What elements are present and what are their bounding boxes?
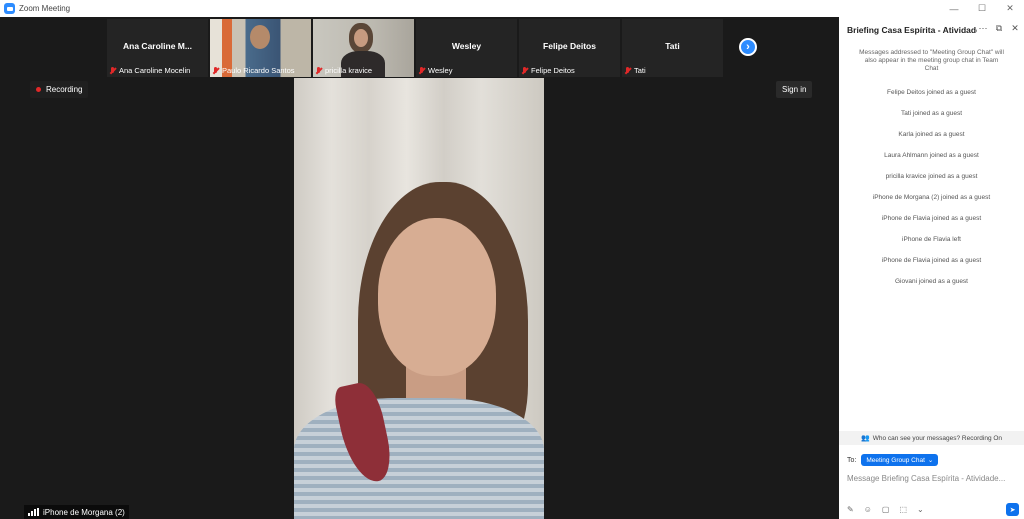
participant-tile-wesley[interactable]: Wesley Wesley bbox=[416, 19, 517, 77]
close-chat-icon[interactable]: ✕ bbox=[1010, 23, 1020, 34]
participant-label: Wesley bbox=[418, 66, 452, 75]
message-input[interactable] bbox=[847, 471, 1019, 485]
gallery-strip: Ana Caroline M... Ana Caroline Mocelin P… bbox=[107, 19, 723, 77]
active-speaker-name: iPhone de Morgana (2) bbox=[43, 507, 125, 517]
recording-dot-icon bbox=[36, 87, 41, 92]
chat-events-list: Felipe Deitos joined as a guest Tati joi… bbox=[839, 82, 1024, 292]
chat-header-actions: ⋯ ⧉ ✕ bbox=[978, 23, 1020, 34]
chat-event: iPhone de Flavia left bbox=[902, 236, 961, 243]
who-can-see-text: Who can see your messages? Recording On bbox=[872, 434, 1003, 442]
zoom-meeting-window: Zoom Meeting — ☐ ✕ Ana Caroline M... Ana… bbox=[0, 0, 1024, 519]
video-stage: Ana Caroline M... Ana Caroline Mocelin P… bbox=[0, 17, 839, 519]
chat-event: iPhone de Morgana (2) joined as a guest bbox=[872, 194, 991, 201]
chat-event: Felipe Deitos joined as a guest bbox=[887, 89, 976, 96]
zoom-logo-icon bbox=[4, 3, 15, 14]
participant-tile-ana[interactable]: Ana Caroline M... Ana Caroline Mocelin bbox=[107, 19, 208, 77]
sign-in-button[interactable]: Sign in bbox=[776, 81, 813, 98]
minimize-button[interactable]: — bbox=[940, 0, 968, 17]
window-title: Zoom Meeting bbox=[19, 4, 71, 13]
participant-label: Tati bbox=[624, 66, 646, 75]
participant-display-name: Ana Caroline M... bbox=[123, 41, 192, 51]
maximize-button[interactable]: ☐ bbox=[968, 0, 996, 17]
more-chevron-icon[interactable]: ⌄ bbox=[917, 505, 924, 514]
participant-name: Ana Caroline Mocelin bbox=[119, 66, 191, 75]
participant-name: Tati bbox=[634, 66, 646, 75]
participant-label: Paulo Ricardo Santos bbox=[212, 66, 295, 75]
emoji-icon[interactable]: ☺ bbox=[864, 505, 872, 514]
format-icon[interactable]: ✎ bbox=[847, 505, 854, 514]
participant-tile-paulo[interactable]: Paulo Ricardo Santos bbox=[210, 19, 311, 77]
chat-panel: Briefing Casa Espírita - Atividade... ⋯ … bbox=[839, 17, 1024, 519]
participant-display-name: Felipe Deitos bbox=[543, 41, 596, 51]
chat-event: Laura Ahlmann joined as a guest bbox=[884, 152, 979, 159]
window-controls: — ☐ ✕ bbox=[940, 0, 1024, 17]
participant-face bbox=[354, 29, 368, 47]
screenshot-icon[interactable]: ⬚ bbox=[899, 505, 907, 514]
active-speaker-video[interactable] bbox=[294, 78, 544, 519]
muted-mic-icon bbox=[315, 66, 322, 75]
muted-mic-icon bbox=[521, 66, 528, 75]
participant-tile-felipe[interactable]: Felipe Deitos Felipe Deitos bbox=[519, 19, 620, 77]
chat-event: pricilla kravice joined as a guest bbox=[885, 173, 978, 180]
speaker-shirt bbox=[294, 398, 544, 519]
participant-label: Ana Caroline Mocelin bbox=[109, 66, 190, 75]
participant-tile-tati[interactable]: Tati Tati bbox=[622, 19, 723, 77]
more-options-icon[interactable]: ⋯ bbox=[978, 23, 988, 34]
popout-icon[interactable]: ⧉ bbox=[994, 23, 1004, 34]
participant-label: Felipe Deitos bbox=[521, 66, 575, 75]
recipient-dropdown[interactable]: Meeting Group Chat ⌄ bbox=[861, 454, 939, 466]
chat-event: iPhone de Flavia joined as a guest bbox=[881, 215, 982, 222]
close-window-button[interactable]: ✕ bbox=[996, 0, 1024, 17]
recipient-name: Meeting Group Chat bbox=[866, 456, 925, 464]
send-button[interactable]: ➤ bbox=[1006, 503, 1019, 516]
participant-video bbox=[250, 25, 270, 49]
chat-header: Briefing Casa Espírita - Atividade... ⋯ … bbox=[839, 17, 1024, 43]
recording-label: Recording bbox=[46, 85, 83, 94]
recording-indicator[interactable]: Recording bbox=[30, 81, 89, 98]
chat-toolbar: ✎ ☺ ▢ ⬚ ⌄ bbox=[847, 505, 924, 514]
chat-event: Karla joined as a guest bbox=[898, 131, 965, 138]
chevron-down-icon: ⌄ bbox=[927, 457, 934, 464]
file-icon[interactable]: ▢ bbox=[882, 505, 890, 514]
chat-event: Tati joined as a guest bbox=[900, 110, 963, 117]
participant-display-name: Wesley bbox=[451, 41, 482, 51]
chat-title: Briefing Casa Espírita - Atividade... bbox=[847, 25, 977, 35]
recipient-row: To: Meeting Group Chat ⌄ bbox=[847, 454, 939, 466]
muted-mic-icon bbox=[624, 66, 631, 75]
participant-label: pricilla kravice bbox=[315, 66, 372, 75]
participant-name: pricilla kravice bbox=[325, 66, 373, 75]
active-speaker-label: iPhone de Morgana (2) bbox=[24, 505, 129, 519]
chat-event: Giovani joined as a guest bbox=[895, 278, 968, 285]
chat-event: iPhone de Flavia joined as a guest bbox=[881, 257, 982, 264]
next-page-button[interactable]: › bbox=[739, 38, 757, 56]
to-label: To: bbox=[847, 456, 857, 464]
who-can-see-banner[interactable]: 👥 Who can see your messages? Recording O… bbox=[839, 431, 1024, 445]
people-icon: 👥 bbox=[860, 435, 870, 442]
muted-mic-icon bbox=[109, 66, 116, 75]
participant-tile-pricilla[interactable]: pricilla kravice bbox=[313, 19, 414, 77]
participant-name: Felipe Deitos bbox=[531, 66, 575, 75]
participant-name: Wesley bbox=[428, 66, 453, 75]
speaker-face bbox=[378, 218, 496, 376]
chat-notice: Messages addressed to "Meeting Group Cha… bbox=[859, 49, 1004, 72]
signal-bars-icon bbox=[28, 508, 39, 516]
participant-name: Paulo Ricardo Santos bbox=[222, 66, 295, 75]
muted-mic-icon bbox=[212, 66, 219, 75]
muted-mic-icon bbox=[418, 66, 425, 75]
participant-display-name: Tati bbox=[665, 41, 680, 51]
title-bar: Zoom Meeting — ☐ ✕ bbox=[0, 0, 1024, 17]
